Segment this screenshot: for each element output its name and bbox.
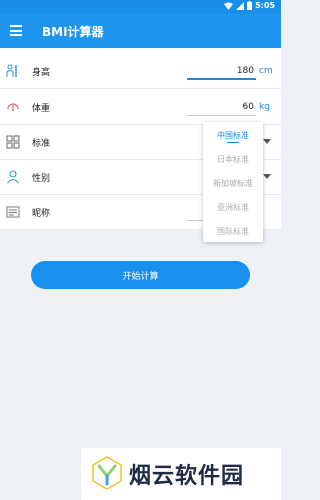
watermark-logo — [92, 456, 122, 490]
height-input[interactable]: 180 — [187, 62, 256, 80]
clock: 5:05 — [255, 1, 275, 10]
start-calculate-button[interactable]: 开始计算 — [31, 261, 250, 289]
menu-icon[interactable] — [10, 25, 22, 36]
wifi-icon — [224, 2, 234, 10]
dropdown-option[interactable]: 国际标准 — [203, 218, 263, 242]
dropdown-option[interactable]: 亚洲标准 — [203, 194, 263, 218]
weight-label: 体重 — [32, 104, 51, 114]
app-bar: BMI计算器 — [0, 14, 281, 48]
height-unit: cm — [259, 66, 273, 76]
dropdown-option[interactable]: 日本标准 — [203, 146, 263, 170]
weight-input[interactable]: 60 — [187, 98, 256, 116]
ruler-person-icon — [6, 64, 17, 77]
standard-dropdown-arrow[interactable] — [263, 139, 271, 144]
selected-indicator — [227, 142, 239, 143]
dropdown-option[interactable]: 新加坡标准 — [203, 170, 263, 194]
grid-icon — [6, 135, 20, 149]
signal-icon — [236, 1, 245, 10]
id-card-icon — [6, 206, 20, 218]
gender-label: 性别 — [32, 174, 51, 184]
watermark-text: 烟云软件园 — [129, 464, 245, 489]
standard-dropdown-menu: 中国标准 日本标准 新加坡标准 亚洲标准 国际标准 — [203, 122, 263, 242]
app-title: BMI计算器 — [42, 25, 104, 39]
height-row: 身高 180 cm — [0, 54, 281, 89]
watermark: 烟云软件园 — [81, 448, 281, 500]
battery-icon — [247, 1, 253, 10]
height-label: 身高 — [32, 68, 51, 78]
weight-unit: kg — [259, 102, 270, 112]
person-icon — [7, 170, 19, 184]
weight-row: 体重 60 kg — [0, 90, 281, 125]
nickname-label: 昵称 — [32, 209, 51, 219]
standard-label: 标准 — [32, 139, 51, 149]
gauge-icon — [7, 103, 19, 111]
gender-dropdown-arrow[interactable] — [263, 174, 271, 179]
status-bar: 5:05 — [0, 0, 281, 14]
